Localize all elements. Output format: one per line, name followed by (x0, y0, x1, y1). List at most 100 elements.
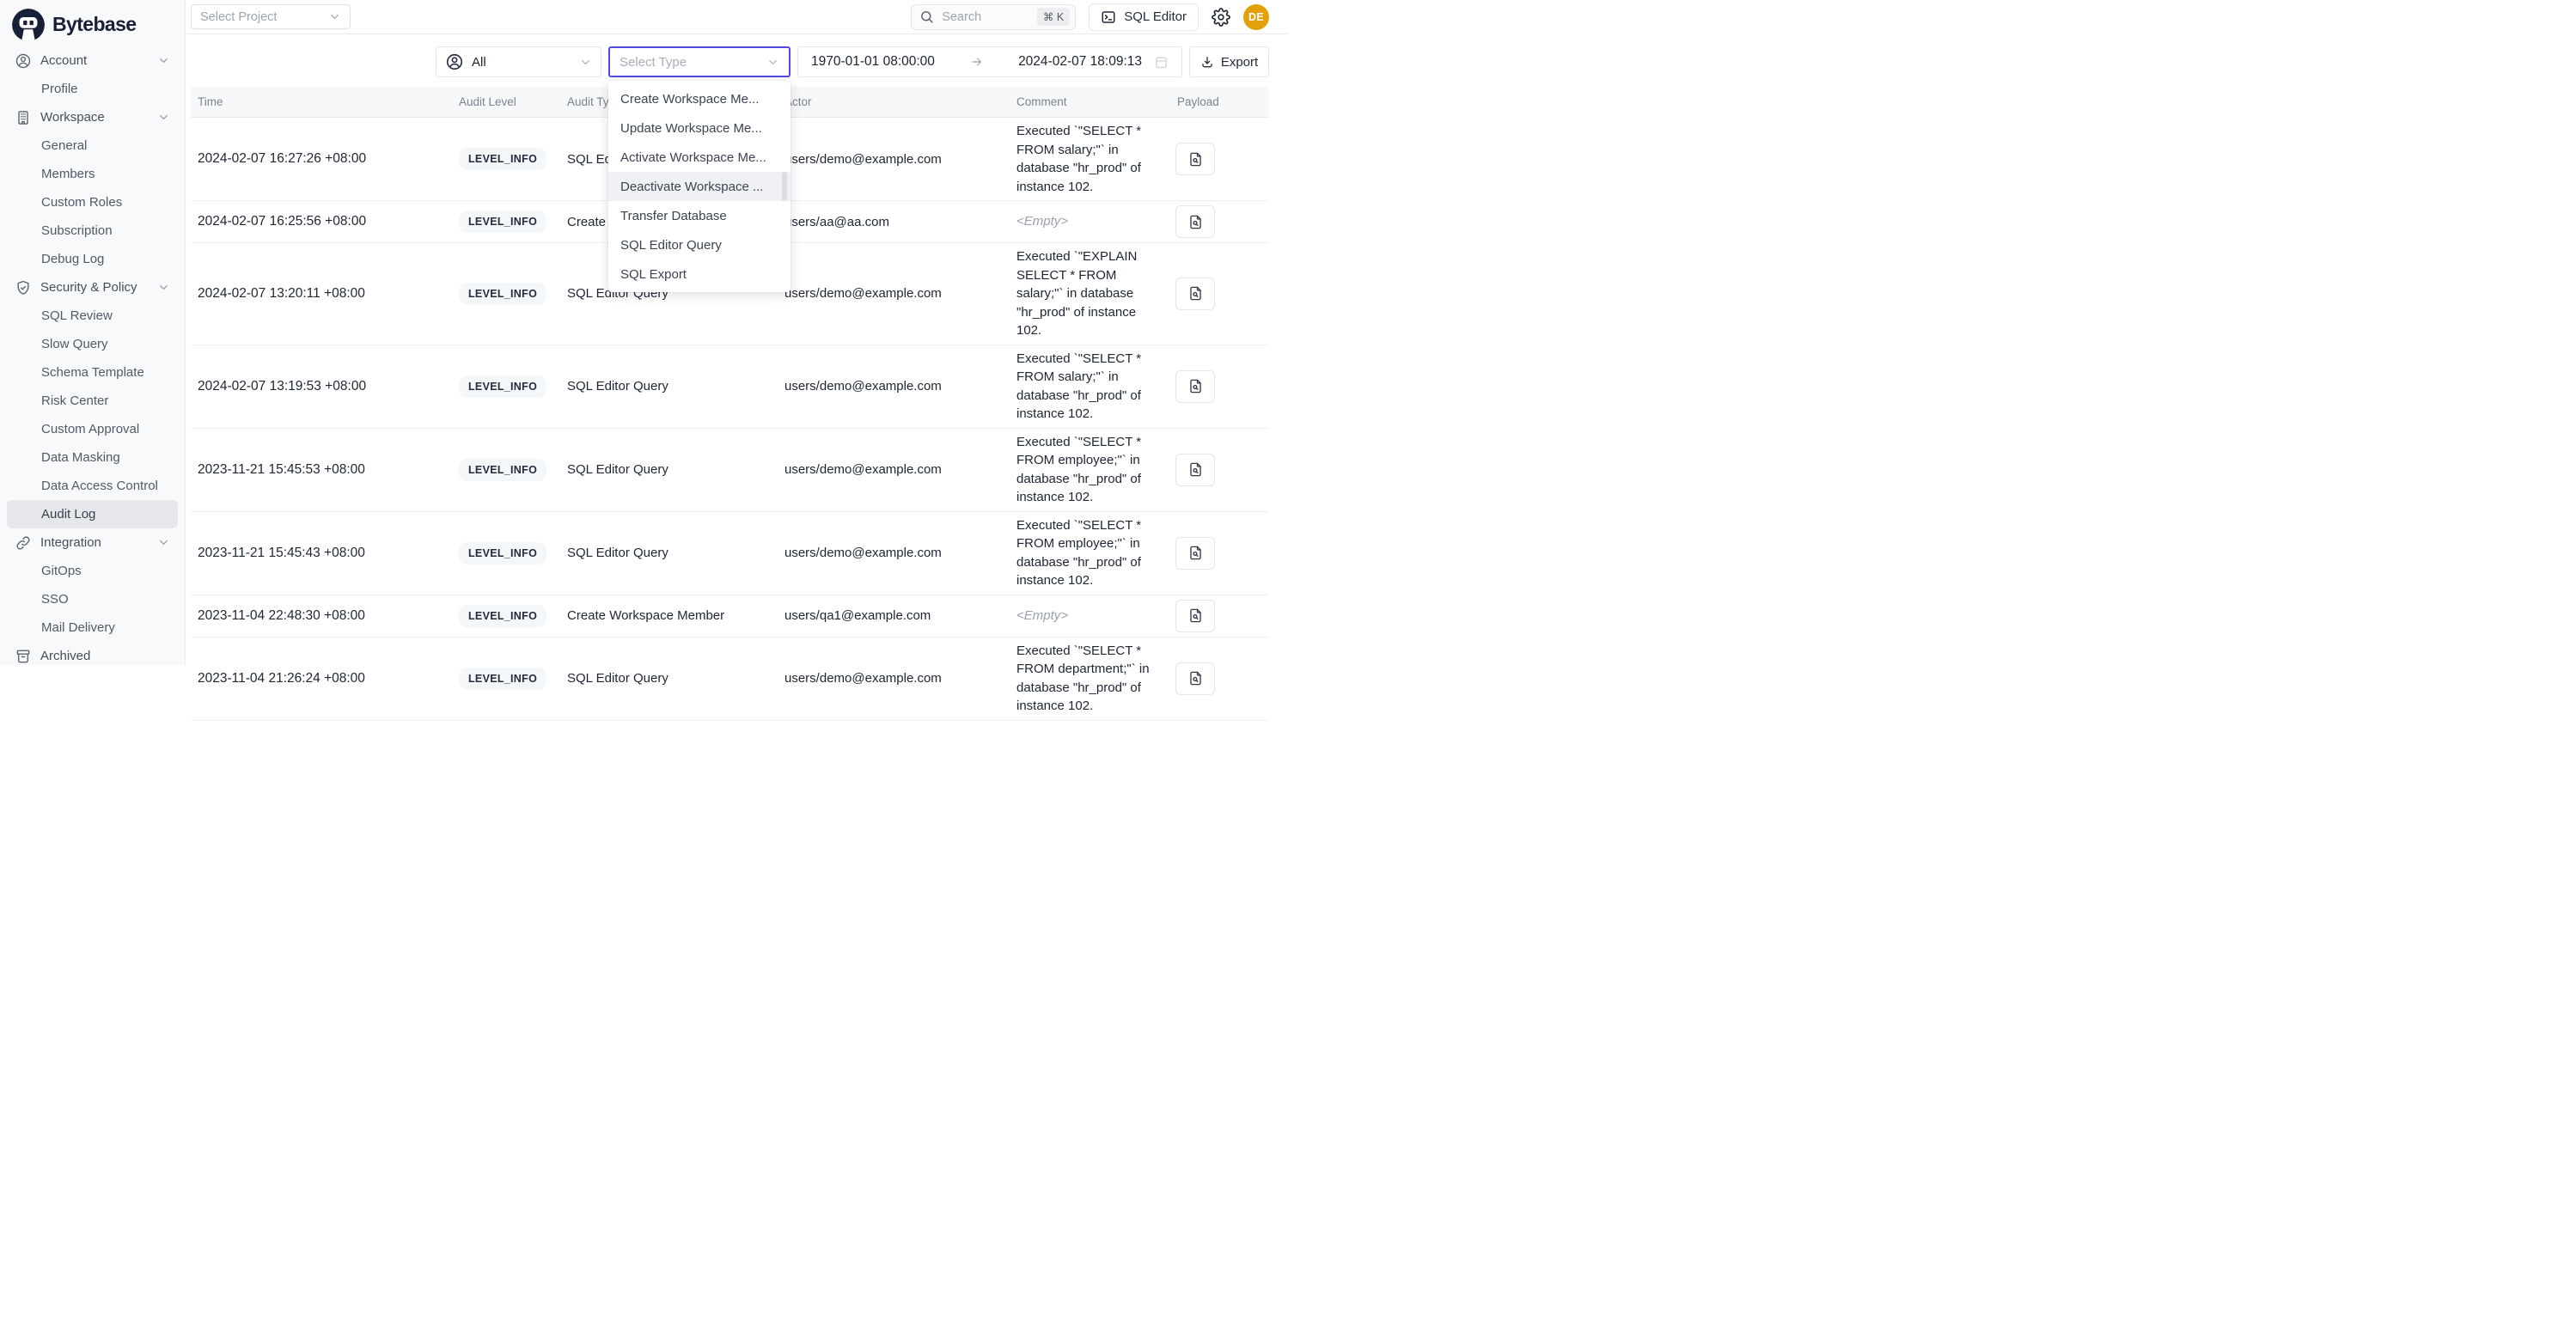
actor-filter-select[interactable]: All (436, 46, 601, 77)
date-to-value: 2024-02-07 18:09:13 (1018, 54, 1142, 70)
view-payload-button[interactable] (1175, 454, 1215, 486)
menu-scrollbar-thumb[interactable] (782, 172, 787, 201)
user-circle-icon (445, 52, 464, 71)
type-menu-item[interactable]: Transfer Database (608, 201, 791, 230)
sidebar-item[interactable]: Subscription (7, 217, 178, 245)
terminal-icon (1101, 9, 1116, 25)
sidebar-item[interactable]: Debug Log (7, 245, 178, 273)
type-filter[interactable]: Select Type (608, 46, 791, 77)
sidebar-item-label: Data Masking (41, 450, 120, 465)
sidebar-item-label: SSO (41, 592, 69, 607)
link-icon (15, 534, 32, 552)
sidebar-item[interactable]: General (7, 131, 178, 160)
row-actor: users/demo@example.com (778, 671, 1010, 686)
sidebar-item[interactable]: Security & Policy (7, 273, 178, 302)
sidebar-item[interactable]: GitOps (7, 557, 178, 585)
audit-level-badge: LEVEL_INFO (459, 375, 546, 398)
sidebar-item[interactable]: Custom Roles (7, 188, 178, 217)
sidebar-item-label: General (41, 138, 87, 153)
row-actor: users/qa1@example.com (778, 608, 1010, 623)
row-time: 2024-02-07 16:27:26 +08:00 (191, 151, 452, 167)
sidebar-item[interactable]: Data Access Control (7, 472, 178, 500)
file-search-icon (1187, 214, 1204, 230)
row-audit-type: SQL Editor Query (560, 671, 778, 686)
row-time: 2024-02-07 13:20:11 +08:00 (191, 286, 452, 302)
sidebar-item[interactable]: Mail Delivery (7, 613, 178, 642)
audit-level-badge: LEVEL_INFO (459, 459, 546, 481)
search-icon (919, 9, 934, 24)
search-shortcut-badge: ⌘ K (1037, 8, 1070, 26)
sql-editor-button[interactable]: SQL Editor (1089, 3, 1199, 31)
user-circle-icon (15, 52, 32, 70)
sidebar-item-label: Members (41, 167, 95, 181)
type-menu-item[interactable]: Update Workspace Me... (608, 113, 791, 143)
sidebar-item-label: Security & Policy (40, 280, 137, 295)
view-payload-button[interactable] (1175, 537, 1215, 570)
sidebar-item[interactable]: Members (7, 160, 178, 188)
type-menu-item[interactable]: SQL Export (608, 259, 791, 289)
file-search-icon (1187, 607, 1204, 624)
sidebar-item[interactable]: Workspace (7, 103, 178, 131)
file-search-icon (1187, 378, 1204, 394)
shield-check-icon (15, 279, 32, 296)
row-audit-type: SQL Editor Query (560, 379, 778, 394)
type-menu-item[interactable]: Activate Workspace Me... (608, 143, 791, 172)
sidebar-item[interactable]: Slow Query (7, 330, 178, 358)
row-actor: users/aa@aa.com (778, 215, 1010, 229)
file-search-icon (1187, 285, 1204, 302)
row-comment: Executed `"SELECT * FROM employee;"` in … (1010, 433, 1170, 507)
type-menu-item[interactable]: SQL Editor Query (608, 230, 791, 259)
export-button[interactable]: Export (1189, 46, 1269, 77)
main-area: Select Project ⌘ K SQL Editor (186, 0, 1288, 665)
avatar[interactable]: DE (1243, 4, 1269, 30)
sidebar-item-label: Debug Log (41, 252, 104, 266)
sidebar-item-label: Slow Query (41, 337, 108, 351)
sidebar-item[interactable]: Data Masking (7, 443, 178, 472)
date-range-picker[interactable]: 1970-01-01 08:00:00 2024-02-07 18:09:13 (797, 46, 1182, 77)
sidebar-item[interactable]: SQL Review (7, 302, 178, 330)
type-filter-wrap: Select Type Create Workspace Me... Updat… (608, 46, 791, 77)
table-row: 2023-11-04 22:48:30 +08:00 LEVEL_INFO Cr… (191, 595, 1269, 638)
chevron-down-icon (766, 56, 779, 69)
type-menu-item[interactable]: Deactivate Workspace ... (608, 172, 791, 201)
sidebar-item[interactable]: Risk Center (7, 387, 178, 415)
sidebar-item[interactable]: Account (7, 46, 178, 75)
archive-icon (15, 648, 32, 665)
sidebar-item[interactable]: Schema Template (7, 358, 178, 387)
table-row: 2023-11-21 15:45:43 +08:00 LEVEL_INFO SQ… (191, 512, 1269, 595)
sidebar-item-label: SQL Review (41, 308, 113, 323)
sidebar-item[interactable]: Profile (7, 75, 178, 103)
sidebar-item-label: Custom Roles (41, 195, 122, 210)
view-payload-button[interactable] (1175, 370, 1215, 403)
file-search-icon (1187, 151, 1204, 168)
gear-icon[interactable] (1212, 8, 1230, 27)
select-project-dropdown[interactable]: Select Project (191, 4, 351, 29)
sidebar-item-label: Profile (41, 82, 78, 96)
sidebar-item[interactable]: SSO (7, 585, 178, 613)
sidebar-item[interactable]: Integration (7, 528, 178, 557)
view-payload-button[interactable] (1175, 662, 1215, 695)
row-comment: <Empty> (1010, 607, 1170, 625)
search-input[interactable] (940, 9, 1012, 25)
row-comment: Executed `"SELECT * FROM salary;"` in da… (1010, 350, 1170, 424)
search-box[interactable]: ⌘ K (911, 4, 1076, 30)
view-payload-button[interactable] (1175, 600, 1215, 632)
audit-level-badge: LEVEL_INFO (459, 148, 546, 170)
view-payload-button[interactable] (1175, 278, 1215, 310)
row-actor: users/demo@example.com (778, 462, 1010, 477)
table-row: 2024-02-07 13:19:53 +08:00 LEVEL_INFO SQ… (191, 345, 1269, 429)
type-menu-item[interactable]: Create Workspace Me... (608, 84, 791, 113)
row-audit-type: SQL Editor Query (560, 546, 778, 560)
row-time: 2023-11-21 15:45:43 +08:00 (191, 546, 452, 561)
chevron-down-icon (157, 536, 170, 549)
sidebar-item[interactable]: Audit Log (7, 500, 178, 528)
sidebar-item[interactable]: Archived (7, 642, 178, 670)
view-payload-button[interactable] (1175, 143, 1215, 175)
sidebar-item-label: Custom Approval (41, 422, 139, 436)
topbar-right: ⌘ K SQL Editor DE (911, 3, 1269, 31)
row-time: 2023-11-21 15:45:53 +08:00 (191, 462, 452, 478)
view-payload-button[interactable] (1175, 205, 1215, 238)
sidebar-item-label: Mail Delivery (41, 620, 115, 635)
sidebar-item[interactable]: Custom Approval (7, 415, 178, 443)
file-search-icon (1187, 545, 1204, 561)
